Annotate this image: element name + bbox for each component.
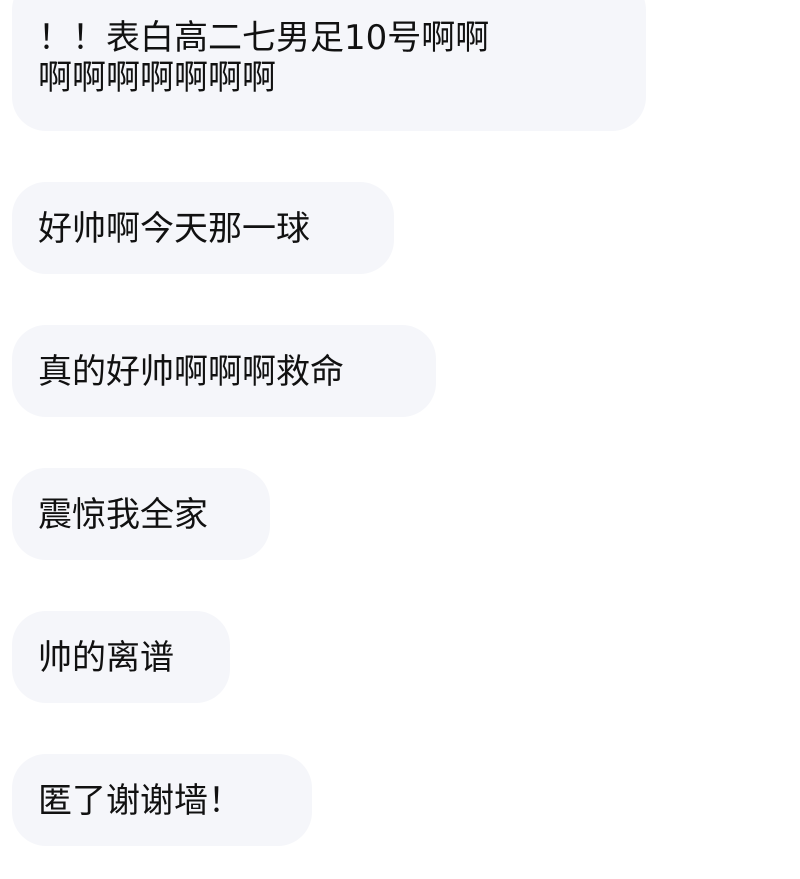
message-text-line: 啊啊啊啊啊啊啊 [38,58,276,98]
message-text-line: 帅的离谱 [38,638,174,678]
message-text-line: 匿了谢谢墙！ [38,781,242,821]
message-bubble[interactable]: 真的好帅啊啊啊救命 [12,325,436,417]
message-text-line: 震惊我全家 [38,495,208,535]
message-bubble[interactable]: 好帅啊今天那一球 [12,182,394,274]
message-text-line: 真的好帅啊啊啊救命 [38,352,344,392]
message-bubble[interactable]: 匿了谢谢墙！ [12,754,312,846]
message-bubble[interactable]: 帅的离谱 [12,611,230,703]
message-text-line: ！！表白高二七男足10号啊啊 [38,18,490,58]
message-bubble[interactable]: ！！表白高二七男足10号啊啊 啊啊啊啊啊啊啊 [12,0,646,131]
message-text-line: 好帅啊今天那一球 [38,209,310,249]
chat-message-list: ！！表白高二七男足10号啊啊 啊啊啊啊啊啊啊 好帅啊今天那一球 真的好帅啊啊啊救… [0,0,800,879]
message-bubble[interactable]: 震惊我全家 [12,468,270,560]
